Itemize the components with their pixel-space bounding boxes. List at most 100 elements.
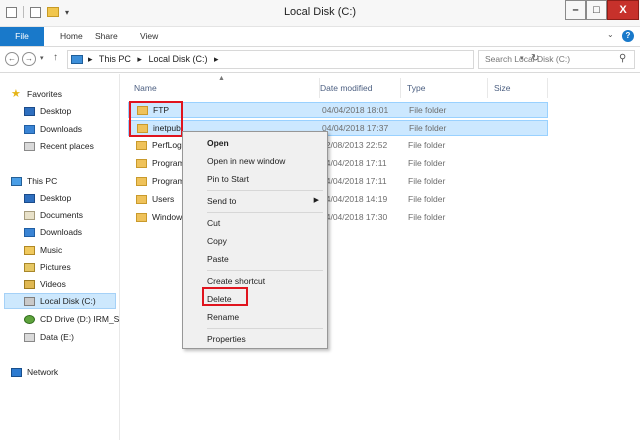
nav-label: Data (E:) (40, 332, 75, 342)
nav-item-music[interactable]: Music (24, 242, 62, 258)
desktop-icon (24, 193, 35, 203)
folder-icon (136, 213, 147, 222)
title-bar: ▾ Local Disk (C:) – □ X (0, 0, 640, 27)
nav-label: Desktop (40, 193, 72, 203)
tab-file[interactable]: File (0, 27, 44, 46)
star-icon: ★ (11, 87, 21, 100)
search-box[interactable]: ⚲ (478, 50, 635, 69)
window-title: Local Disk (C:) (283, 6, 357, 18)
context-menu: Open Open in new window Pin to Start Sen… (182, 131, 328, 349)
column-header-type[interactable]: Type (401, 78, 488, 98)
nav-this-pc[interactable]: This PC (11, 173, 57, 189)
address-toolbar: ← → ▾ ↑ ▸ This PC ▸ Local Disk (C:) ▸ ▾ … (0, 47, 640, 73)
nav-label: Desktop (40, 106, 72, 116)
column-header-size[interactable]: Size (488, 78, 548, 98)
navigation-pane: ★ Favorites Desktop Downloads Recent pla… (0, 74, 120, 440)
downloads-icon (24, 124, 35, 134)
nav-label: Downloads (40, 227, 83, 237)
pictures-icon (24, 262, 35, 272)
nav-label: CD Drive (D:) IRM_SS (40, 314, 120, 324)
forward-arrow-icon[interactable]: → (22, 52, 36, 66)
expand-ribbon-icon[interactable]: ⌄ (607, 30, 614, 39)
nav-item-local-disk[interactable]: Local Disk (C:) (4, 293, 116, 309)
file-type: File folder (408, 194, 446, 204)
nav-network[interactable]: Network (11, 364, 58, 380)
nav-item-documents[interactable]: Documents (24, 207, 83, 223)
column-headers: Name ▲ Date modified Type Size (121, 75, 640, 98)
search-input[interactable] (485, 54, 615, 64)
file-type: File folder (409, 123, 447, 133)
address-bar[interactable]: ▸ This PC ▸ Local Disk (C:) ▸ ▾ ↻ (67, 50, 539, 69)
nav-label: Favorites (27, 89, 62, 99)
file-name: Users (152, 194, 175, 204)
file-type: File folder (408, 176, 446, 186)
menu-item-copy[interactable]: Copy (185, 232, 325, 250)
nav-item-cd-drive[interactable]: CD Drive (D:) IRM_SS (24, 311, 120, 327)
file-date: 04/04/2018 17:30 (321, 212, 388, 222)
breadcrumb-separator[interactable]: ▸ (214, 54, 219, 64)
file-type: File folder (409, 105, 447, 115)
videos-icon (24, 279, 35, 289)
table-row[interactable]: FTP 04/04/2018 18:01 File folder (128, 102, 548, 118)
tab-share[interactable]: Share (95, 27, 118, 46)
nav-label: Documents (40, 210, 83, 220)
menu-item-pin-to-start[interactable]: Pin to Start (185, 170, 325, 188)
computer-icon (11, 176, 22, 186)
menu-item-send-to[interactable]: Send to ▶ (185, 192, 325, 210)
menu-item-rename[interactable]: Rename (185, 308, 325, 326)
recent-places-icon (24, 141, 35, 151)
file-date: 04/04/2018 17:11 (321, 176, 387, 186)
highlight-box (129, 101, 183, 137)
close-button[interactable]: X (607, 0, 639, 20)
nav-label: Music (40, 245, 63, 255)
nav-item-data-drive[interactable]: Data (E:) (24, 329, 74, 345)
ribbon-tabs: File Home Share View ⌄ ? (0, 27, 640, 47)
menu-item-open-new-window[interactable]: Open in new window (185, 152, 325, 170)
menu-item-cut[interactable]: Cut (185, 214, 325, 232)
file-date: 04/04/2018 17:37 (322, 123, 389, 133)
up-arrow-icon[interactable]: ↑ (53, 52, 58, 63)
back-arrow-icon[interactable]: ← (5, 52, 19, 66)
network-icon (11, 367, 22, 377)
minimize-button[interactable]: – (565, 0, 586, 20)
menu-item-label: Send to (207, 196, 237, 206)
menu-item-open[interactable]: Open (185, 134, 325, 152)
breadcrumb-local-disk[interactable]: Local Disk (C:) (148, 54, 207, 64)
folder-icon (136, 141, 147, 150)
file-date: 22/08/2013 22:52 (321, 140, 388, 150)
tab-home[interactable]: Home (60, 27, 83, 46)
nav-item-videos[interactable]: Videos (24, 276, 66, 292)
local-disk-icon (24, 296, 35, 306)
tab-view[interactable]: View (140, 27, 158, 46)
file-name: PerfLogs (152, 140, 187, 150)
maximize-button[interactable]: □ (586, 0, 607, 20)
nav-label: Downloads (40, 124, 83, 134)
help-icon[interactable]: ? (622, 30, 634, 42)
nav-favorites[interactable]: ★ Favorites (11, 86, 62, 102)
nav-item-desktop[interactable]: Desktop (24, 190, 71, 206)
file-type: File folder (408, 212, 446, 222)
documents-icon (24, 210, 35, 220)
breadcrumb-this-pc[interactable]: This PC (99, 54, 131, 64)
search-icon[interactable]: ⚲ (619, 53, 626, 64)
recent-locations-icon[interactable]: ▾ (40, 54, 44, 62)
breadcrumb-separator[interactable]: ▸ (88, 54, 93, 64)
folder-icon (136, 177, 147, 186)
sort-ascending-icon: ▲ (218, 75, 225, 82)
menu-divider (207, 270, 323, 271)
column-header-date[interactable]: Date modified (314, 78, 401, 98)
highlight-box (202, 287, 248, 306)
nav-label: Network (27, 367, 59, 377)
breadcrumb-separator[interactable]: ▸ (137, 54, 142, 64)
nav-item-pictures[interactable]: Pictures (24, 259, 71, 275)
file-date: 04/04/2018 18:01 (322, 105, 389, 115)
nav-item-desktop[interactable]: Desktop (24, 103, 71, 119)
menu-item-paste[interactable]: Paste (185, 250, 325, 268)
menu-item-properties[interactable]: Properties (185, 330, 325, 348)
nav-item-downloads[interactable]: Downloads (24, 121, 82, 137)
folder-icon (136, 159, 147, 168)
nav-item-recent-places[interactable]: Recent places (24, 138, 94, 154)
drive-icon (24, 332, 35, 342)
nav-item-downloads[interactable]: Downloads (24, 224, 82, 240)
file-type: File folder (408, 158, 446, 168)
